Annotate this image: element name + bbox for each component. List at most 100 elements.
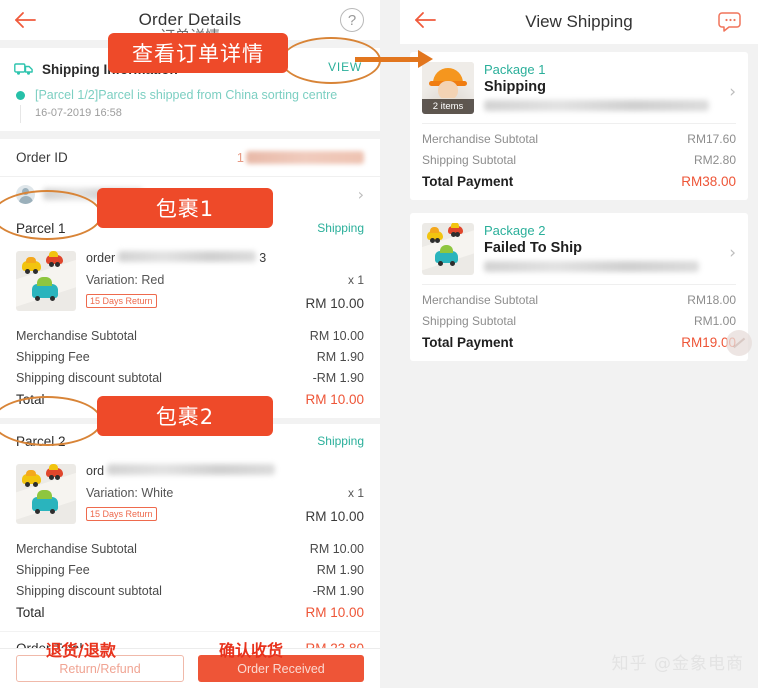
product-price: RM 10.00 [305, 509, 364, 524]
parcel-summary: Merchandise Subtotal RM 10.00 Shipping F… [0, 534, 380, 631]
summary-row: Shipping Fee RM 1.90 [16, 559, 364, 580]
summary-row: Shipping discount subtotal -RM 1.90 [16, 580, 364, 601]
product-item[interactable]: ord Variation: White 15 Days Return x 1 … [0, 458, 380, 534]
product-thumbnail [16, 251, 76, 311]
items-count-badge: 2 items [422, 99, 474, 114]
return-policy-badge: 15 Days Return [86, 507, 157, 521]
summary-label: Total [16, 604, 45, 620]
tracking-number-masked [484, 100, 709, 111]
order-id-label: Order ID [16, 150, 68, 165]
summary-label: Shipping discount subtotal [16, 370, 162, 385]
summary-label: Shipping Subtotal [422, 152, 517, 167]
annotation-label-order-received: 确认收货 [219, 641, 284, 660]
summary-label: Shipping Subtotal [422, 313, 517, 328]
summary-row: Shipping Subtotal RM1.00 [422, 310, 736, 331]
summary-value: -RM 1.90 [312, 583, 364, 598]
summary-value: RM2.80 [693, 152, 736, 167]
product-name-prefix: ord [86, 464, 105, 478]
parcel-status: Shipping [317, 434, 364, 448]
annotation-box-view-order-details: 查看订单详情 [108, 33, 288, 73]
divider [422, 123, 736, 124]
summary-value: RM 1.90 [316, 349, 364, 364]
tracking-number-masked [484, 261, 699, 272]
faint-circle-watermark [726, 330, 752, 356]
annotation-arrow-line [355, 57, 423, 62]
product-name-suffix: 3 [259, 251, 267, 265]
view-shipping-panel: View Shipping 2 items Package 1 Shipping… [400, 0, 758, 688]
divider [422, 284, 736, 285]
summary-value: RM 1.90 [316, 562, 364, 577]
summary-value: RM 10.00 [305, 391, 364, 407]
package-card[interactable]: 2 items Package 1 Shipping › Merchandise… [410, 52, 748, 200]
summary-row: Merchandise Subtotal RM 10.00 [16, 325, 364, 346]
timeline-dot [16, 91, 25, 100]
product-name-prefix: order [86, 251, 116, 265]
order-id-masked [246, 151, 364, 164]
summary-value: RM38.00 [681, 173, 736, 189]
summary-row: Shipping Subtotal RM2.80 [422, 149, 736, 170]
annotation-label-return-refund: 退货/退款 [46, 641, 116, 660]
order-id-value: 1 [236, 150, 244, 165]
chevron-right-icon[interactable]: › [729, 243, 736, 263]
question-mark-icon[interactable]: ? [340, 8, 364, 32]
product-name-masked [107, 464, 276, 475]
screenshot-root: Order Details 订单详情 ? Shipping Informatio… [0, 0, 758, 688]
summary-label: Shipping discount subtotal [16, 583, 162, 598]
shipping-status-text: [Parcel 1/2]Parcel is shipped from China… [35, 88, 338, 102]
summary-value: RM18.00 [687, 292, 736, 307]
summary-value: -RM 1.90 [312, 370, 364, 385]
package-card[interactable]: Package 2 Failed To Ship › Merchandise S… [410, 213, 748, 361]
product-name-masked [118, 251, 257, 262]
product-quantity: x 1 [347, 486, 364, 500]
product-thumbnail [16, 464, 76, 524]
order-id-row[interactable]: Order ID 1 [0, 139, 380, 177]
product-thumbnail [422, 223, 474, 275]
summary-label: Merchandise Subtotal [16, 541, 137, 556]
summary-row: Shipping Fee RM 1.90 [16, 346, 364, 367]
truck-icon [14, 63, 33, 75]
summary-value: RM17.60 [687, 131, 736, 146]
summary-label: Merchandise Subtotal [422, 292, 539, 307]
watermark: 知乎 @金象电商 [611, 654, 744, 674]
return-policy-badge: 15 Days Return [86, 294, 157, 308]
view-shipping-navbar: View Shipping [400, 0, 758, 44]
worker-avatar-icon: 2 items [422, 62, 474, 114]
product-item[interactable]: order 3 Variation: Red 15 Days Return x … [0, 245, 380, 321]
summary-row: Merchandise Subtotal RM17.60 [422, 128, 736, 149]
summary-row-total: Total Payment RM38.00 [422, 170, 736, 192]
parcel-status: Shipping [317, 221, 364, 235]
package-name: Package 1 [484, 62, 546, 77]
summary-label: Total Payment [422, 173, 514, 189]
product-quantity: x 1 [347, 273, 364, 287]
annotation-arrow-head [418, 50, 433, 68]
summary-value: RM 10.00 [309, 328, 364, 343]
summary-value: RM 10.00 [305, 604, 364, 620]
summary-label: Shipping Fee [16, 349, 90, 364]
summary-label: Total Payment [422, 334, 514, 350]
summary-value: RM 10.00 [309, 541, 364, 556]
summary-label: Merchandise Subtotal [422, 131, 539, 146]
package-name: Package 2 [484, 223, 546, 238]
chat-bubble-icon[interactable] [718, 11, 742, 33]
summary-row: Merchandise Subtotal RM18.00 [422, 289, 736, 310]
chevron-right-icon[interactable]: › [729, 82, 736, 102]
package-status: Shipping [484, 79, 547, 95]
shipping-timestamp: 16-07-2019 16:58 [35, 107, 122, 119]
product-price: RM 10.00 [305, 296, 364, 311]
timeline-line [20, 105, 21, 123]
back-arrow-icon[interactable] [414, 10, 436, 30]
annotation-box-parcel2: 包裹2 [97, 396, 273, 436]
summary-value: RM1.00 [693, 313, 736, 328]
shipping-status-row: [Parcel 1/2]Parcel is shipped from China… [14, 87, 366, 123]
summary-label: Merchandise Subtotal [16, 328, 137, 343]
summary-label: Shipping Fee [16, 562, 90, 577]
summary-row: Merchandise Subtotal RM 10.00 [16, 538, 364, 559]
annotation-box-parcel1: 包裹1 [97, 188, 273, 228]
summary-row: Shipping discount subtotal -RM 1.90 [16, 367, 364, 388]
summary-row-total: Total Payment RM19.00 [422, 331, 736, 353]
order-details-panel: Order Details 订单详情 ? Shipping Informatio… [0, 0, 380, 688]
chevron-right-icon[interactable]: › [358, 185, 364, 204]
page-title: View Shipping [525, 12, 633, 31]
summary-row-total: Total RM 10.00 [16, 601, 364, 623]
divider [0, 131, 380, 139]
